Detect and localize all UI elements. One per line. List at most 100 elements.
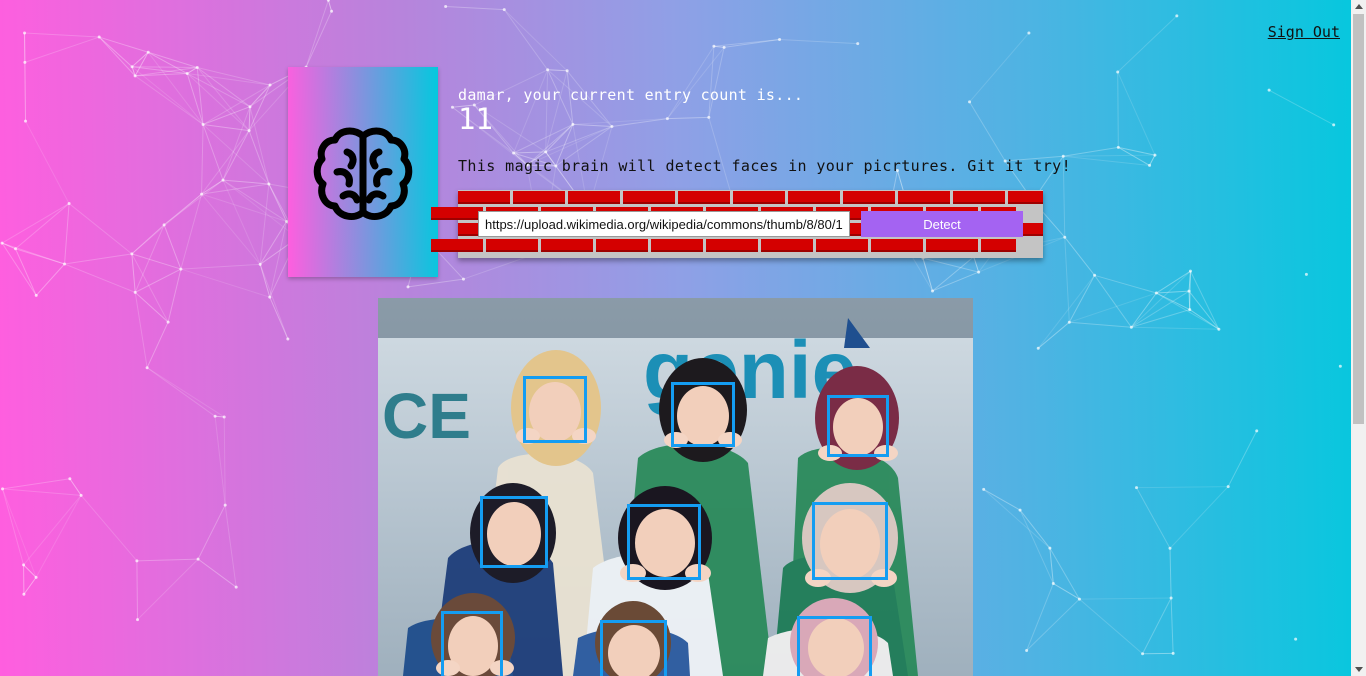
particle-link: [222, 179, 298, 239]
particle-link: [1049, 547, 1080, 600]
particle-node: [1141, 652, 1145, 656]
brick: [871, 239, 923, 252]
brick: [981, 239, 1016, 252]
particle-node: [1169, 596, 1173, 600]
particle-link: [249, 106, 270, 185]
particle-link: [1079, 597, 1172, 600]
particle-node: [248, 105, 252, 109]
face-bounding-box: [671, 382, 735, 447]
particle-node: [179, 267, 183, 271]
particle-link: [180, 268, 270, 298]
particle-link: [202, 124, 270, 185]
particle-node: [146, 50, 150, 54]
brick: [513, 191, 565, 204]
banner-text-left: CE: [382, 380, 471, 452]
particle-node: [712, 44, 716, 48]
particle-link: [80, 495, 138, 562]
particle-node: [1255, 429, 1259, 433]
particle-link: [24, 32, 100, 38]
particle-node: [1129, 325, 1133, 329]
particle-node: [1027, 31, 1031, 35]
brick: [431, 207, 483, 220]
particle-link: [64, 203, 70, 265]
particle-link: [1136, 487, 1171, 549]
particle-node: [546, 68, 550, 72]
particle-node: [1217, 327, 1221, 331]
particle-link: [131, 66, 204, 125]
scrollbar-thumb[interactable]: [1353, 14, 1364, 424]
particle-node: [258, 262, 262, 266]
brick: [651, 239, 703, 252]
particle-node: [1116, 145, 1120, 149]
particle-link: [1117, 71, 1156, 156]
brain-icon: [313, 127, 413, 221]
particle-link: [180, 193, 203, 270]
particle-node: [234, 585, 238, 589]
particle-node: [221, 178, 225, 182]
particle-node: [1188, 308, 1192, 312]
particle-link: [1188, 291, 1191, 310]
particle-node: [268, 295, 272, 299]
page-scrollbar[interactable]: [1351, 0, 1366, 676]
particle-link: [222, 130, 250, 181]
particle-link: [64, 263, 136, 293]
particle-node: [1093, 273, 1097, 277]
face-detection-image: CE genie: [378, 298, 973, 676]
scroll-up-icon[interactable]: [1355, 4, 1363, 9]
particle-node: [213, 414, 217, 418]
particle-node: [778, 38, 782, 42]
particle-node: [196, 557, 200, 561]
face-bounding-box: [441, 611, 503, 676]
particle-link: [201, 193, 261, 265]
particle-link: [146, 367, 225, 418]
particle-link: [1026, 583, 1054, 651]
particle-node: [977, 270, 981, 274]
image-url-input[interactable]: [478, 211, 850, 237]
scroll-down-icon[interactable]: [1355, 667, 1363, 672]
particle-node: [1294, 637, 1298, 641]
particle-link: [197, 558, 237, 588]
particle-link: [269, 221, 288, 298]
logo-card[interactable]: [288, 67, 438, 277]
particle-link: [248, 130, 270, 185]
face-bounding-box: [600, 620, 667, 676]
particle-node: [67, 202, 71, 206]
particle-link: [24, 62, 27, 122]
particle-link: [136, 560, 139, 620]
particle-node: [1148, 163, 1152, 167]
brick: [843, 191, 895, 204]
face-bounding-box: [480, 496, 548, 568]
particle-link: [1063, 146, 1119, 157]
particle-node: [1048, 546, 1052, 550]
face-bounding-box: [627, 504, 701, 580]
particle-node: [856, 42, 860, 46]
particle-link: [305, 0, 329, 68]
particle-link: [503, 9, 568, 72]
sign-out-link[interactable]: Sign Out: [1268, 23, 1340, 41]
particle-node: [544, 150, 548, 154]
particle-node: [1018, 508, 1022, 512]
particle-link: [547, 69, 568, 72]
brick: [1008, 191, 1043, 204]
particle-link: [1064, 236, 1095, 276]
particle-node: [14, 247, 18, 251]
particle-link: [1188, 290, 1220, 330]
particle-link: [167, 268, 182, 323]
particle-link: [1053, 583, 1080, 600]
particle-node: [286, 337, 290, 341]
particle-link: [131, 224, 165, 255]
particle-link: [259, 264, 289, 340]
particle-node: [133, 74, 137, 78]
particle-link: [15, 248, 65, 265]
particle-link: [1149, 154, 1156, 166]
particle-link: [134, 52, 149, 77]
particle-link: [969, 32, 1030, 103]
particle-link: [201, 124, 204, 195]
particle-link: [134, 292, 169, 323]
particle-link: [2, 488, 37, 578]
brick: [898, 191, 950, 204]
detect-button[interactable]: Detect: [861, 211, 1023, 237]
particle-node: [1338, 364, 1342, 368]
particle-node: [326, 0, 330, 2]
particle-link: [1094, 274, 1157, 294]
